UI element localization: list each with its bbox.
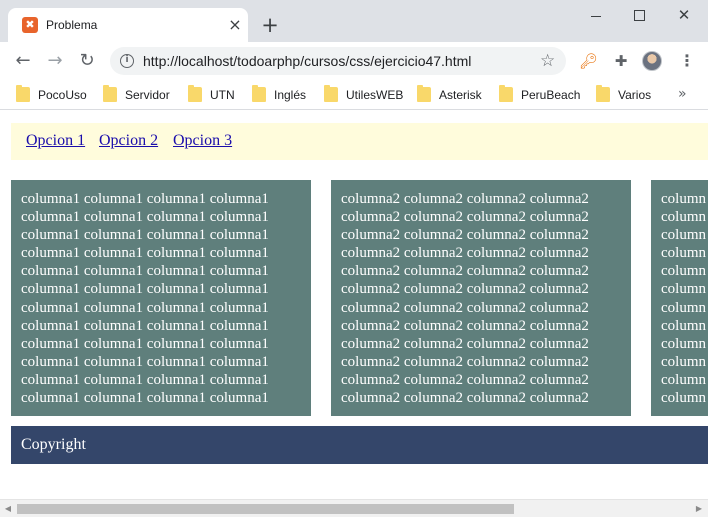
browser-toolbar: ← → ↻ i http://localhost/todoarphp/curso… [0,42,708,80]
page-viewport: Opcion 1 Opcion 2 Opcion 3 columna1 colu… [0,111,708,499]
page-footer: Copyright [11,426,708,464]
column-1: columna1 columna1 columna1 columna1 colu… [11,180,311,416]
back-arrow-icon[interactable]: ← [11,49,35,73]
scroll-left-icon[interactable]: ◀ [2,503,14,515]
bookmark-label: PeruBeach [521,88,581,102]
folder-icon [103,85,117,102]
bookmarks-overflow-icon[interactable]: » [678,86,687,102]
column-1-text: columna1 columna1 columna1 columna1 colu… [21,191,269,407]
maximize-button[interactable] [618,4,662,28]
column-2-text: columna2 columna2 columna2 columna2 colu… [341,191,589,407]
bookmarks-bar: PocoUso Servidor UTN Inglés UtilesWEB As… [0,80,708,110]
column-3: column column column column column colum… [651,180,708,416]
menu-link-opcion-1[interactable]: Opcion 1 [26,132,85,150]
folder-icon [16,85,30,102]
star-icon[interactable]: ☆ [540,51,555,71]
bookmark-label: UTN [210,88,235,102]
tab-close-icon[interactable]: × [226,16,244,34]
url-text[interactable]: http://localhost/todoarphp/cursos/css/ej… [143,53,471,69]
browser-tab[interactable]: ✖ Problema × [8,8,248,42]
folder-icon [499,85,513,102]
menu-link-opcion-3[interactable]: Opcion 3 [173,132,232,150]
bookmark-label: PocoUso [38,88,87,102]
minimize-button[interactable] [574,4,618,28]
folder-icon [252,85,266,102]
horizontal-scrollbar[interactable]: ◀ ▶ [0,499,708,517]
scroll-thumb[interactable] [17,504,514,514]
footer-text: Copyright [21,436,86,453]
page-menu: Opcion 1 Opcion 2 Opcion 3 [11,123,708,160]
key-icon[interactable]: 🔑︎ [579,52,598,70]
bookmark-label: Asterisk [439,88,482,102]
avatar[interactable] [642,51,662,71]
bookmark-label: Varios [618,88,652,102]
new-tab-button[interactable]: + [259,14,281,36]
column-3-text: column column column column column colum… [661,191,706,407]
tab-strip: ✖ Problema × + ✕ [0,0,708,42]
bookmark-label: Servidor [125,88,170,102]
folder-icon [324,85,338,102]
address-bar[interactable]: i http://localhost/todoarphp/cursos/css/… [110,47,566,75]
menu-icon[interactable]: ⋮ [679,50,695,72]
info-icon[interactable]: i [120,54,134,68]
folder-icon [596,85,610,102]
puzzle-icon[interactable]: ✚ [612,52,630,70]
reload-icon[interactable]: ↻ [75,49,99,73]
window-close-button[interactable]: ✕ [662,4,706,28]
bookmark-label: Inglés [274,88,307,102]
scroll-right-icon[interactable]: ▶ [693,503,705,515]
xampp-favicon-icon: ✖ [22,17,38,33]
bookmark-label: UtilesWEB [346,88,404,102]
column-2: columna2 columna2 columna2 columna2 colu… [331,180,631,416]
folder-icon [417,85,431,102]
tab-title: Problema [46,18,98,32]
menu-link-opcion-2[interactable]: Opcion 2 [99,132,158,150]
folder-icon [188,85,202,102]
forward-arrow-icon[interactable]: → [43,49,67,73]
